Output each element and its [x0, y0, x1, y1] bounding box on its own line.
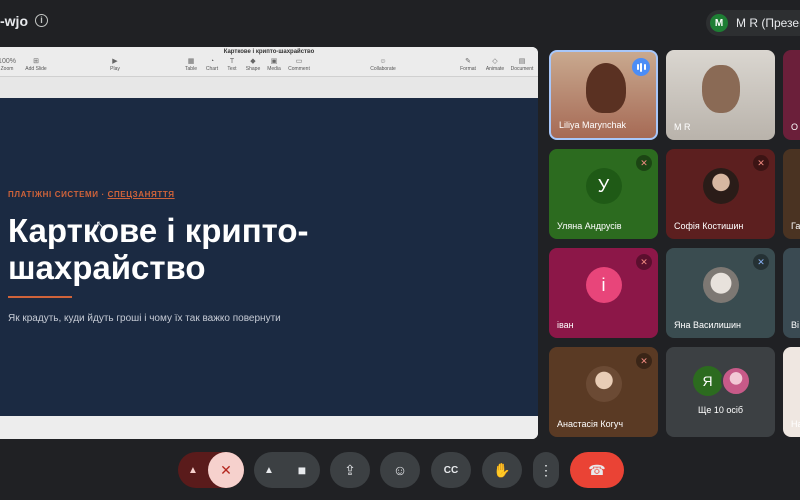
hang-up-icon: ☎ — [588, 461, 606, 478]
raise-hand-button[interactable]: ✋ — [482, 452, 522, 488]
emoji-icon: ☺ — [392, 462, 408, 478]
slide-title: Карткове і крипто- шахрайство — [8, 212, 309, 286]
participant-avatar — [585, 366, 622, 402]
speaking-indicator-icon — [632, 58, 650, 76]
participant-tile[interactable]: ✕ Софія Костишин — [666, 149, 775, 239]
participant-name: На — [791, 419, 800, 429]
present-screen-button[interactable]: ⇪ — [330, 452, 370, 488]
toolbar-animate: ◇ Animate — [485, 58, 505, 72]
others-count: Ще 10 осіб — [697, 405, 744, 415]
captions-button[interactable]: CC — [431, 452, 471, 488]
presenter-chip[interactable]: M M R (Презент — [706, 10, 800, 36]
document-title: Карткове і крипто-шахрайство — [223, 49, 315, 55]
more-options-button[interactable]: ⋮ — [533, 452, 559, 488]
camera-options-chevron-icon[interactable]: ▲ — [254, 465, 284, 476]
mic-off-button[interactable]: ✕ — [208, 452, 244, 488]
slide-kicker: ПЛАТІЖНІ СИСТЕМИ · СПЕЦЗАНЯТТЯ — [8, 190, 175, 199]
captions-icon: CC — [443, 464, 459, 476]
participant-tile[interactable]: Га — [783, 149, 800, 239]
mic-control: ▲ ✕ — [178, 452, 244, 488]
toolbar-format: ✎ Format — [460, 58, 476, 72]
participant-name: Liliya Marynchak — [559, 120, 627, 130]
participant-avatar — [702, 168, 739, 204]
present-icon: ⇪ — [344, 461, 356, 478]
mic-options-chevron-icon[interactable]: ▲ — [178, 465, 208, 476]
others-avatar: Я — [692, 366, 723, 396]
participant-tile[interactable]: O — [783, 50, 800, 140]
meet-window: -wjo i M M R (Презент Карткове і крипто-… — [0, 0, 800, 500]
toolbar-collaborate: ☺ Collaborate — [370, 58, 396, 72]
participant-tile[interactable]: Я Ще 10 осіб — [666, 347, 775, 437]
participant-name: Ві — [791, 320, 800, 330]
toolbar-zoom: 100%Zoom — [0, 58, 16, 72]
participant-name: Яна Василишин — [674, 320, 742, 330]
mic-off-icon: ✕ — [636, 254, 652, 270]
presenter-label: M R (Презент — [736, 16, 800, 30]
participant-tile[interactable]: Ві — [783, 248, 800, 338]
mic-off-icon: ✕ — [636, 155, 652, 171]
slide-subtitle: Як крадуть, куди йдуть гроші і чому їх т… — [8, 313, 281, 324]
participant-name: іван — [557, 320, 574, 330]
toolbar-comment: ▭ Comment — [288, 58, 310, 72]
presentation-footer — [0, 416, 538, 439]
participant-tile[interactable]: Liliya Marynchak — [549, 50, 658, 140]
info-icon[interactable]: i — [35, 14, 48, 27]
slide-ruler — [0, 77, 538, 98]
meeting-code: -wjo — [0, 13, 28, 29]
slide: ПЛАТІЖНІ СИСТЕМИ · СПЕЦЗАНЯТТЯ Карткове … — [0, 98, 538, 416]
participant-name: Софія Костишин — [674, 221, 744, 231]
participant-name: O — [791, 122, 799, 132]
toolbar-play: ▶ Play — [110, 58, 120, 72]
reactions-button[interactable]: ☺ — [380, 452, 420, 488]
participant-tile[interactable]: У ✕ Уляна Андрусів — [549, 149, 658, 239]
shared-screen: Карткове і крипто-шахрайство 100%Zoom ⊞A… — [0, 47, 538, 439]
participant-name: Уляна Андрусів — [557, 221, 622, 231]
participant-tile[interactable]: На — [783, 347, 800, 437]
camera-icon[interactable]: ■ — [284, 462, 320, 478]
presenter-avatar: M — [710, 14, 728, 32]
mouse-cursor-icon: ↖ — [96, 219, 104, 229]
hand-icon: ✋ — [493, 461, 511, 478]
participant-avatar — [702, 267, 739, 303]
participant-avatar: і — [585, 267, 622, 303]
participant-video — [585, 63, 626, 113]
keynote-toolbar: Карткове і крипто-шахрайство 100%Zoom ⊞A… — [0, 47, 538, 77]
participant-tile[interactable]: ✕ Яна Василишин — [666, 248, 775, 338]
participant-name: M R — [674, 122, 691, 132]
participant-avatar: У — [585, 168, 622, 204]
toolbar-document: ▤ Document — [510, 58, 534, 72]
more-vert-icon: ⋮ — [539, 461, 553, 478]
mic-off-icon: ✕ — [636, 353, 652, 369]
slide-divider — [8, 296, 72, 298]
mic-off-icon: ✕ — [753, 155, 769, 171]
mic-off-icon: ✕ — [753, 254, 769, 270]
camera-control: ▲ ■ — [254, 452, 320, 488]
participant-tile[interactable]: M R — [666, 50, 775, 140]
others-avatar-photo — [720, 366, 751, 396]
participant-tile[interactable]: і ✕ іван — [549, 248, 658, 338]
leave-call-button[interactable]: ☎ — [570, 452, 624, 488]
participant-name: Га — [791, 221, 800, 231]
toolbar-add-slide: ⊞ Add Slide — [25, 58, 47, 72]
participant-tile[interactable]: ✕ Анастасія Когуч — [549, 347, 658, 437]
participant-name: Анастасія Когуч — [557, 419, 624, 429]
participant-video — [701, 65, 740, 113]
